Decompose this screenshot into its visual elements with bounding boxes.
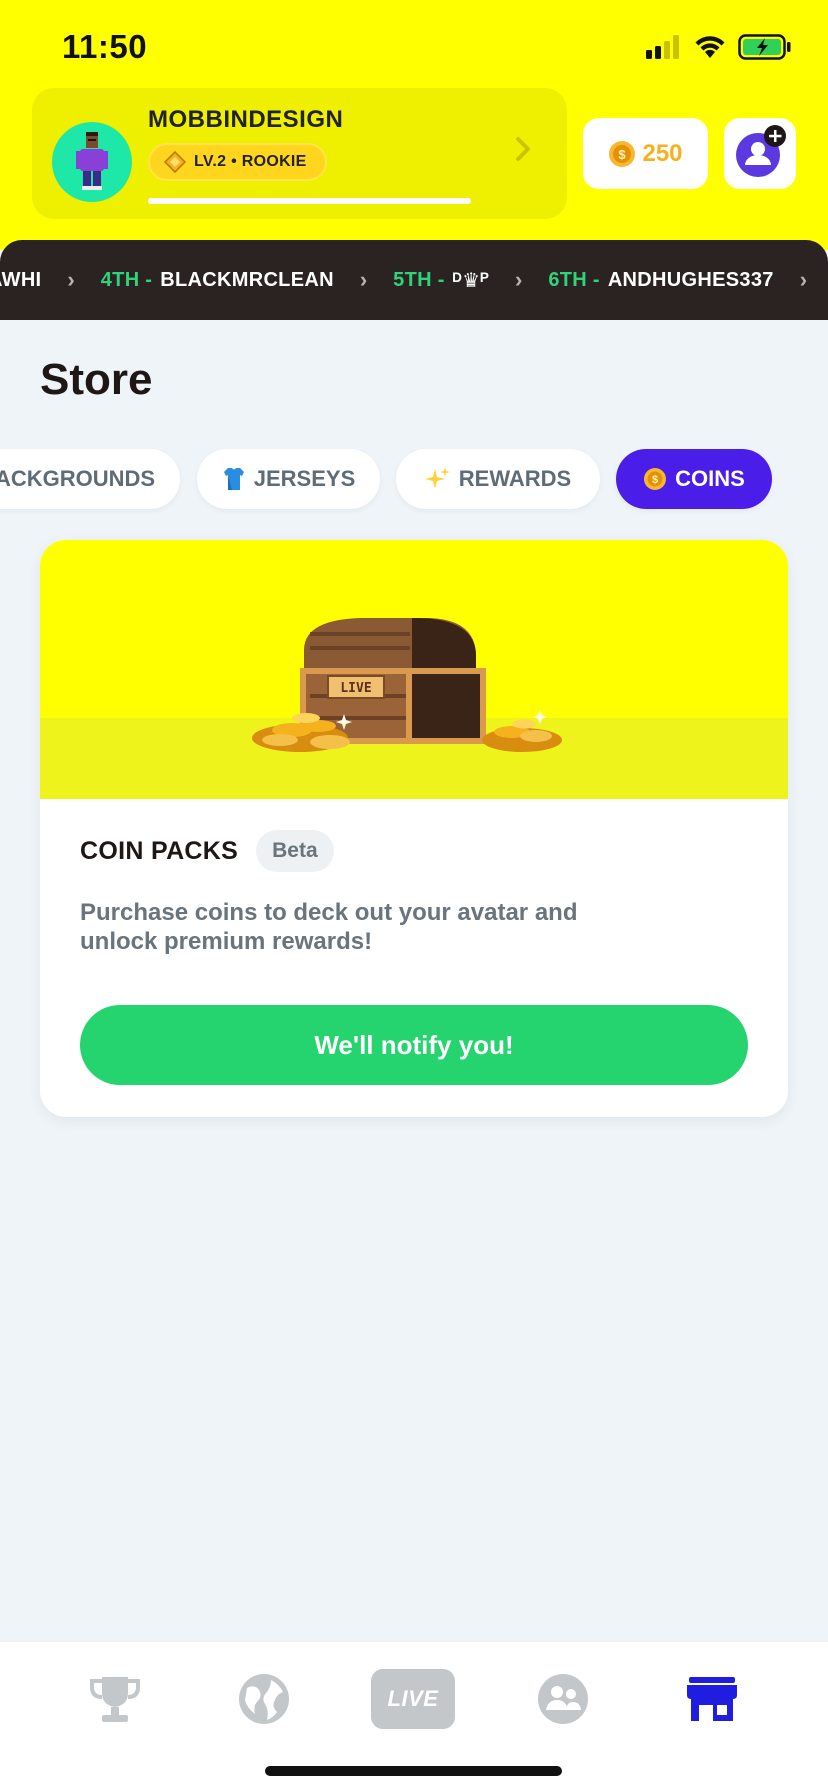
battery-charging-icon [738,34,791,60]
chevron-right-icon: › [359,267,368,292]
coin-balance: 250 [642,139,683,167]
chevron-right-icon: › [514,267,523,292]
store-tabs: ACKGROUNDS JERSEYS REWARDS $ COINS [0,449,828,511]
level-diamond-icon [164,151,186,173]
page-title: Store [40,355,153,404]
chevron-right-icon [516,137,530,161]
card-title: COIN PACKS [80,836,239,865]
level-progress-bar [148,198,471,204]
avatar-figure [76,132,108,190]
nav-live[interactable]: LIVE [368,1664,458,1734]
tab-label: COINS [675,466,745,491]
nav-store[interactable] [667,1664,757,1734]
svg-text:$: $ [619,147,627,162]
jersey-icon [223,468,244,490]
card-title-row: COIN PACKS Beta [80,830,748,872]
ticker-item[interactable]: 4TH - BLACKMRCLEAN [101,269,334,292]
tab-jerseys[interactable]: JERSEYS [197,449,380,509]
home-indicator [265,1766,562,1776]
coin-balance-button[interactable]: $ 250 [583,118,708,189]
coin-icon: $ [644,468,667,490]
ticker-name: ANDHUGHES337 [607,268,774,291]
sparkles-icon [424,467,450,489]
chevron-right-icon: › [67,267,75,292]
ticker-rank: 5TH - [393,268,445,291]
trophy-icon [90,1677,140,1722]
chest-label: LIVE [340,681,371,696]
avatar[interactable] [52,122,132,202]
nav-leaderboard[interactable] [70,1664,160,1734]
ticker-item[interactable]: 6TH - ANDHUGHES337 [548,269,773,292]
wifi-icon [695,36,725,58]
coin-packs-card: LIVE COIN PACKS Beta Purchase coins to d… [40,540,788,1117]
ticker-name: AWHI [0,268,42,291]
treasure-chest-illustration: LIVE [252,618,562,752]
ticker-rank: 4TH - [100,268,153,291]
tab-backgrounds[interactable]: ACKGROUNDS [0,449,180,509]
tab-coins[interactable]: $ COINS [616,449,772,509]
status-icons [646,34,792,60]
profile-card[interactable]: MOBBINDESIGN LV.2 • ROOKIE [32,88,567,219]
globe-icon [239,1674,289,1724]
ticker-name: BLACKMRCLEAN [160,268,334,291]
username: MOBBINDESIGN [148,106,344,133]
live-icon: LIVE [371,1669,455,1729]
chevron-right-icon: › [799,267,808,292]
ticker-track: AWHI › 4TH - BLACKMRCLEAN › 5TH - ᴰ♛ᴾ › … [0,240,828,320]
store-icon [687,1677,737,1721]
beta-badge: Beta [256,830,334,872]
add-friend-button[interactable] [724,118,796,189]
level-label: LV.2 • ROOKIE [194,153,307,170]
card-description: Purchase coins to deck out your avatar a… [80,899,578,955]
friends-icon [538,1674,588,1724]
coin-icon: $ [609,140,636,167]
notify-me-button[interactable]: We'll notify you! [80,1005,748,1085]
status-time: 11:50 [62,28,148,65]
tab-label: ACKGROUNDS [0,466,156,491]
bottom-nav: LIVE [0,1642,828,1792]
ticker-rank: 6TH - [548,268,600,291]
leaderboard-ticker[interactable]: AWHI › 4TH - BLACKMRCLEAN › 5TH - ᴰ♛ᴾ › … [0,240,828,320]
nav-explore[interactable] [219,1664,309,1734]
tab-label: JERSEYS [253,466,356,491]
add-user-icon [736,125,786,177]
card-body: COIN PACKS Beta Purchase coins to deck o… [80,830,748,956]
tab-rewards[interactable]: REWARDS [396,449,600,509]
tab-label: REWARDS [458,466,572,491]
nav-friends[interactable] [518,1664,608,1734]
ticker-item[interactable]: AWHI [0,269,41,292]
ticker-name: ᴰ♛ᴾ [452,269,489,292]
svg-text:$: $ [652,474,658,486]
header: 11:50 MOBBINDESIGN LV.2 • ROOKIE $ 250 [0,0,828,250]
hero-banner: LIVE [40,540,788,799]
signal-icon [646,35,679,59]
level-badge: LV.2 • ROOKIE [148,143,327,181]
ticker-item[interactable]: 5TH - ᴰ♛ᴾ [393,268,489,293]
